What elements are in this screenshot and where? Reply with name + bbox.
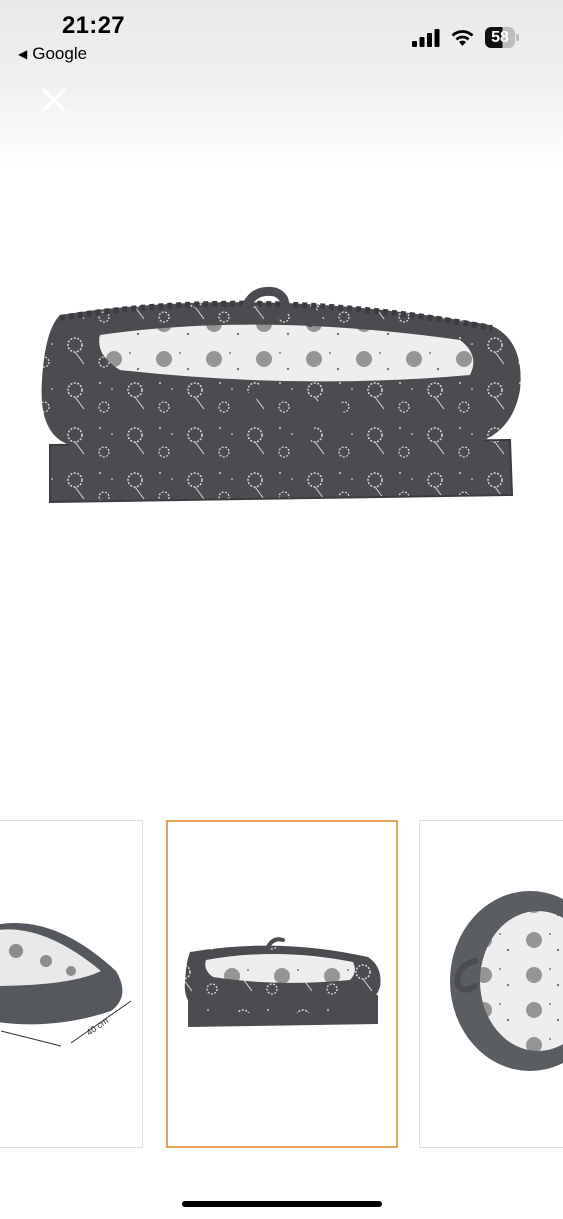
home-indicator[interactable] [182, 1201, 382, 1207]
thumbnail-3[interactable] [419, 820, 563, 1148]
status-time: 21:27 [62, 12, 125, 39]
cellular-signal-icon [412, 29, 440, 47]
close-icon[interactable] [38, 84, 70, 116]
battery-icon: 58 [485, 27, 519, 48]
thumbnail-1-image: 40 cm [0, 923, 132, 1047]
main-product-image[interactable] [0, 240, 563, 540]
back-triangle-icon: ◀ [18, 47, 28, 61]
battery-level: 58 [491, 29, 509, 46]
back-to-app-link[interactable]: ◀ Google [18, 44, 87, 64]
svg-text:40 cm: 40 cm [84, 1015, 110, 1037]
back-app-label: Google [32, 44, 88, 63]
thumbnail-3-image [450, 891, 563, 1071]
thumbnail-1[interactable]: 40 cm [0, 820, 143, 1148]
thumbnail-2[interactable] [166, 820, 398, 1148]
wifi-icon [451, 30, 474, 46]
thumbnail-2-image [184, 937, 381, 1027]
